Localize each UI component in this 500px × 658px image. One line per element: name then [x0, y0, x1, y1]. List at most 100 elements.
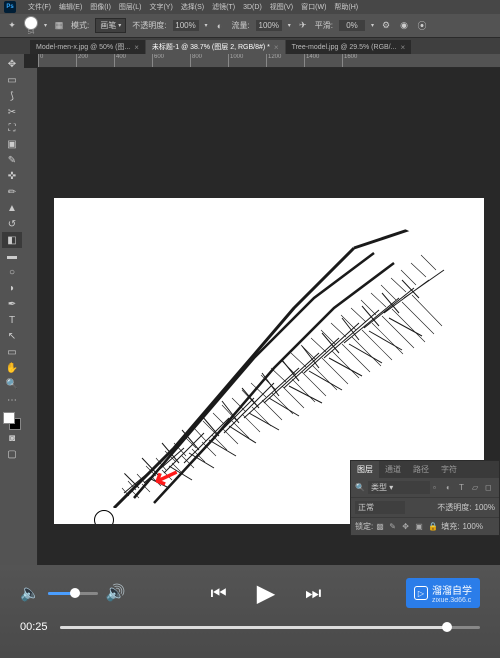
ruler-horizontal: 02004006008001000120014001600	[38, 54, 500, 68]
lasso-tool[interactable]: ⟆	[2, 88, 22, 104]
smooth-options-icon[interactable]: ⚙	[380, 20, 392, 32]
smooth-value[interactable]: 0%	[339, 20, 365, 31]
chevron-down-icon[interactable]: ▾	[288, 22, 291, 29]
menu-filter[interactable]: 滤镜(T)	[212, 2, 235, 12]
blur-tool[interactable]: ○	[2, 264, 22, 280]
volume-slider[interactable]	[48, 592, 98, 595]
quickmask-tool[interactable]: ◙	[2, 430, 22, 446]
dodge-tool[interactable]: ◗	[2, 280, 22, 296]
menu-view[interactable]: 视图(V)	[270, 2, 293, 12]
next-button[interactable]: ⏭	[305, 583, 321, 604]
lock-paint-icon[interactable]: ✎	[389, 522, 399, 532]
search-icon[interactable]: 🔍	[355, 483, 365, 493]
close-icon[interactable]: ×	[134, 43, 139, 52]
toolbox: ✥ ▭ ⟆ ✂ ⛶ ▣ ✎ ✜ ✏ ▲ ↺ ◧ ▬ ○ ◗ ✒ T ↖ ▭ ✋ …	[0, 54, 24, 565]
history-brush-tool[interactable]: ↺	[2, 216, 22, 232]
layer-opacity-label: 不透明度:	[437, 502, 471, 513]
type-tool[interactable]: T	[2, 312, 22, 328]
screenmode-tool[interactable]: ▢	[2, 446, 22, 462]
brush-size: 54	[28, 30, 35, 36]
menu-select[interactable]: 选择(S)	[181, 2, 204, 12]
quick-select-tool[interactable]: ✂	[2, 104, 22, 120]
tab-paths[interactable]: 路径	[407, 461, 435, 478]
menu-layer[interactable]: 图层(L)	[119, 2, 142, 12]
edit-toolbar[interactable]: ⋯	[2, 392, 22, 408]
lock-artboard-icon[interactable]: ▣	[415, 522, 425, 532]
flow-value[interactable]: 100%	[256, 20, 282, 31]
lock-pos-icon[interactable]: ✥	[402, 522, 412, 532]
color-swatch[interactable]	[3, 412, 21, 430]
hand-tool[interactable]: ✋	[2, 360, 22, 376]
tab-layers[interactable]: 图层	[351, 461, 379, 478]
brush-dropdown-icon[interactable]: ▾	[44, 22, 47, 29]
heal-tool[interactable]: ✜	[2, 168, 22, 184]
move-tool[interactable]: ✥	[2, 56, 22, 72]
chevron-down-icon[interactable]: ▾	[205, 22, 208, 29]
lock-all-icon[interactable]: 🔒	[428, 522, 438, 532]
layers-panel: 图层 通道 路径 字符 🔍 类型 ▾ ▫ ◐ T ▱ ◻ 正常 不透明度: 10…	[350, 460, 500, 536]
progress-slider[interactable]	[60, 626, 480, 629]
menu-help[interactable]: 帮助(H)	[334, 2, 358, 12]
tool-preset-icon[interactable]: ✦	[6, 20, 18, 32]
doc-tab-0[interactable]: Model-men-x.jpg @ 50% (图...×	[30, 40, 145, 54]
stamp-tool[interactable]: ▲	[2, 200, 22, 216]
opacity-label: 不透明度:	[132, 20, 166, 31]
menu-file[interactable]: 文件(F)	[28, 2, 51, 12]
symmetry-icon[interactable]: ⦿	[416, 20, 428, 32]
brush-panel-icon[interactable]: ▦	[53, 20, 65, 32]
tab-character[interactable]: 字符	[435, 461, 463, 478]
lock-trans-icon[interactable]: ▩	[376, 522, 386, 532]
video-controls: 🔈 🔊 ⏮ ▶ ⏭ ▷ 溜溜自学 zixue.3d66.c 00:25	[0, 565, 500, 658]
filter-type-select[interactable]: 类型 ▾	[368, 481, 430, 494]
opacity-value[interactable]: 100%	[173, 20, 199, 31]
fill-value[interactable]: 100%	[462, 522, 482, 531]
filter-shape-icon[interactable]: ▱	[472, 483, 482, 493]
doc-tab-2[interactable]: Tree-model.jpg @ 29.5% (RGB/...×	[286, 40, 412, 54]
menu-image[interactable]: 图像(I)	[90, 2, 111, 12]
menu-edit[interactable]: 编辑(E)	[59, 2, 82, 12]
close-icon[interactable]: ×	[274, 43, 279, 52]
crop-tool[interactable]: ⛶	[2, 120, 22, 136]
filter-adjust-icon[interactable]: ◐	[446, 483, 456, 493]
path-tool[interactable]: ↖	[2, 328, 22, 344]
filter-pixel-icon[interactable]: ▫	[433, 483, 443, 493]
mode-select[interactable]: 画笔▾	[95, 18, 126, 33]
tab-channels[interactable]: 通道	[379, 461, 407, 478]
pressure-opacity-icon[interactable]: ◐	[214, 20, 226, 32]
frame-tool[interactable]: ▣	[2, 136, 22, 152]
fill-label: 填充:	[441, 521, 459, 532]
filter-type-icon[interactable]: T	[459, 483, 469, 493]
mode-label: 模式:	[71, 20, 89, 31]
filter-smart-icon[interactable]: ◻	[485, 483, 495, 493]
brush-preview[interactable]	[24, 16, 38, 30]
smooth-label: 平滑:	[315, 20, 333, 31]
menu-type[interactable]: 文字(Y)	[149, 2, 172, 12]
pressure-size-icon[interactable]: ◉	[398, 20, 410, 32]
zoom-tool[interactable]: 🔍	[2, 376, 22, 392]
menu-window[interactable]: 窗口(W)	[301, 2, 326, 12]
brand-name: 溜溜自学	[432, 582, 472, 597]
layer-opacity-value[interactable]: 100%	[475, 503, 495, 512]
airbrush-icon[interactable]: ✈	[297, 20, 309, 32]
chevron-down-icon[interactable]: ▾	[371, 22, 374, 29]
brand-badge[interactable]: ▷ 溜溜自学 zixue.3d66.c	[406, 578, 480, 608]
menu-3d[interactable]: 3D(D)	[243, 4, 262, 11]
eraser-tool[interactable]: ◧	[2, 232, 22, 248]
prev-button[interactable]: ⏮	[210, 583, 226, 604]
shape-tool[interactable]: ▭	[2, 344, 22, 360]
mute-icon[interactable]: 🔈	[20, 583, 40, 603]
volume-icon[interactable]: 🔊	[106, 583, 126, 603]
pen-tool[interactable]: ✒	[2, 296, 22, 312]
brush-tool[interactable]: ✏	[2, 184, 22, 200]
brand-url: zixue.3d66.c	[432, 597, 472, 604]
app-logo: Ps	[4, 1, 16, 13]
close-icon[interactable]: ×	[400, 43, 405, 52]
doc-tab-1[interactable]: 未标题-1 @ 38.7% (图层 2, RGB/8#) *×	[146, 40, 285, 54]
marquee-tool[interactable]: ▭	[2, 72, 22, 88]
eyedropper-tool[interactable]: ✎	[2, 152, 22, 168]
blend-mode-select[interactable]: 正常	[355, 501, 405, 514]
brand-logo-icon: ▷	[414, 586, 428, 600]
brush-cursor	[94, 510, 114, 524]
play-button[interactable]: ▶	[257, 579, 275, 608]
gradient-tool[interactable]: ▬	[2, 248, 22, 264]
